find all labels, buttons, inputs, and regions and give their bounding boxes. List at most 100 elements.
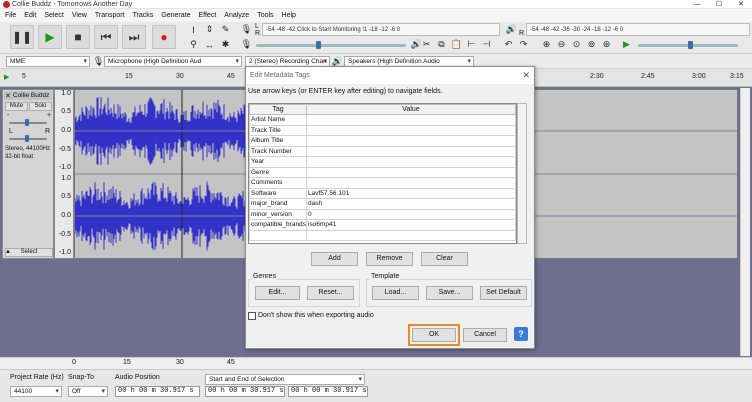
dialog-close-icon[interactable]: ✕	[522, 70, 530, 81]
value-cell[interactable]	[306, 145, 516, 157]
template-save-button[interactable]: Save...	[426, 286, 473, 300]
genres-reset-button[interactable]: Reset...	[307, 286, 354, 300]
zoom-tool[interactable]: ⚲	[187, 38, 200, 51]
tag-cell[interactable]: compatible_brands	[249, 219, 307, 231]
play-speed-slider[interactable]	[638, 41, 738, 49]
redo-button[interactable]: ↷	[517, 38, 530, 51]
ok-button[interactable]: OK	[412, 328, 456, 342]
pan-slider[interactable]	[9, 135, 47, 142]
grid-scrollbar[interactable]	[517, 103, 527, 244]
fit-selection-button[interactable]: ⊙	[570, 38, 583, 51]
value-cell[interactable]	[306, 124, 516, 136]
paste-button[interactable]: 📋	[450, 38, 463, 51]
tag-cell[interactable]	[249, 229, 307, 241]
tag-cell[interactable]: Software	[249, 187, 307, 199]
mute-button[interactable]: Mute	[5, 102, 28, 111]
menu-view[interactable]: View	[72, 12, 87, 19]
zoom-toggle-button[interactable]: ⊛	[600, 38, 613, 51]
selection-end-field[interactable]: 00 h 00 m 30.917 s	[288, 386, 368, 397]
menu-tracks[interactable]: Tracks	[133, 12, 154, 19]
close-window-button[interactable]: ✕	[730, 0, 752, 9]
cancel-button[interactable]: Cancel	[463, 328, 507, 342]
cut-button[interactable]: ✂	[420, 38, 433, 51]
menu-tools[interactable]: Tools	[257, 12, 273, 19]
selection-start-field[interactable]: 00 h 00 m 30.917 s	[205, 386, 285, 397]
menu-transport[interactable]: Transport	[95, 12, 125, 19]
value-cell[interactable]: 0	[306, 208, 516, 220]
audio-position-field[interactable]: 00 h 00 m 30.917 s	[115, 386, 200, 397]
playback-meter[interactable]: -54 -48 -42 -36 -30 -24 -18 -12 -6 0	[526, 23, 750, 36]
copy-button[interactable]: ⧉	[435, 38, 448, 51]
recording-device-select[interactable]: Microphone (High Definition Aud	[104, 56, 242, 67]
value-cell[interactable]	[306, 166, 516, 178]
menu-select[interactable]: Select	[44, 12, 63, 19]
table-row[interactable]: Software Lavf57.56.101	[249, 187, 516, 199]
close-track-icon[interactable]: ✕	[5, 92, 11, 100]
table-row[interactable]: Artist Name	[249, 114, 516, 126]
amplitude-scale[interactable]: 1.0 0.5 0.0 -0.5 -1.0 1.0 0.5 0.0 -0.5 -…	[54, 89, 74, 259]
clear-tags-button[interactable]: Clear	[421, 252, 468, 266]
value-cell[interactable]	[306, 114, 516, 126]
table-row[interactable]: major_brand dash	[249, 198, 516, 210]
track-select-button[interactable]: Select	[5, 248, 53, 257]
metadata-grid[interactable]: Tag Value Artist Name Track Title Album …	[248, 103, 517, 244]
add-tag-button[interactable]: Add	[311, 252, 358, 266]
help-button[interactable]: ?	[514, 327, 528, 341]
time-shift-tool[interactable]: ↔	[203, 38, 216, 51]
value-cell[interactable]	[306, 229, 516, 241]
snap-to-select[interactable]: Off	[68, 386, 108, 397]
envelope-tool[interactable]: ⇕	[203, 23, 216, 36]
gain-slider[interactable]	[9, 119, 47, 126]
table-row[interactable]: Comments	[249, 177, 516, 189]
fit-project-button[interactable]: ⊚	[585, 38, 598, 51]
horizontal-scrollbar[interactable]: 0 15 30 45	[0, 357, 752, 369]
table-row[interactable]: Year	[249, 156, 516, 168]
solo-button[interactable]: Solo	[29, 102, 52, 111]
tag-cell[interactable]: Genre	[249, 166, 307, 178]
pause-button[interactable]: ❚❚	[10, 25, 34, 49]
tag-cell[interactable]: Track Number	[249, 145, 307, 157]
undo-button[interactable]: ↶	[502, 38, 515, 51]
audio-host-select[interactable]: MME	[6, 56, 90, 67]
recording-volume-slider[interactable]	[256, 41, 406, 49]
zoom-out-button[interactable]: ⊖	[555, 38, 568, 51]
template-load-button[interactable]: Load...	[372, 286, 419, 300]
draw-tool[interactable]: ✎	[219, 23, 232, 36]
trim-button[interactable]: ⊢	[465, 38, 478, 51]
menu-edit[interactable]: Edit	[24, 12, 36, 19]
dont-show-checkbox[interactable]	[248, 312, 256, 320]
value-cell[interactable]: Lavf57.56.101	[306, 187, 516, 199]
silence-button[interactable]: ⊣	[480, 38, 493, 51]
value-cell[interactable]: iso6mp41	[306, 219, 516, 231]
tag-cell[interactable]: Album Title	[249, 135, 307, 147]
vertical-scrollbar[interactable]	[740, 88, 750, 356]
template-set-default-button[interactable]: Set Default	[480, 286, 527, 300]
tag-cell[interactable]: Year	[249, 156, 307, 168]
value-cell[interactable]	[306, 156, 516, 168]
track-name[interactable]: Collie Buddz	[13, 92, 51, 99]
column-header-tag[interactable]: Tag	[249, 104, 307, 115]
record-button[interactable]: ●	[152, 25, 176, 49]
skip-end-button[interactable]: ⏭	[122, 25, 146, 49]
menu-analyze[interactable]: Analyze	[224, 12, 249, 19]
table-row[interactable]: compatible_brands iso6mp41	[249, 219, 516, 231]
tag-cell[interactable]: major_brand	[249, 198, 307, 210]
record-meter[interactable]: -54 -48 -42 Click to Start Monitoring !1…	[262, 23, 500, 36]
multi-tool[interactable]: ✱	[219, 38, 232, 51]
selection-mode-select[interactable]: Start and End of Selection	[205, 374, 365, 385]
value-cell[interactable]: dash	[306, 198, 516, 210]
menu-file[interactable]: File	[5, 12, 16, 19]
stop-button[interactable]: ■	[66, 25, 90, 49]
skip-start-button[interactable]: ⏮	[94, 25, 118, 49]
menu-effect[interactable]: Effect	[199, 12, 217, 19]
table-row[interactable]: Genre	[249, 166, 516, 178]
tag-cell[interactable]: Comments	[249, 177, 307, 189]
collapse-track-icon[interactable]: ▲	[5, 249, 11, 255]
column-header-value[interactable]: Value	[306, 104, 516, 115]
selection-tool[interactable]: I	[187, 23, 200, 36]
play-at-speed-button[interactable]: ▶	[620, 38, 633, 51]
table-row[interactable]	[249, 229, 516, 241]
tag-cell[interactable]: Track Title	[249, 124, 307, 136]
project-rate-select[interactable]: 44100	[10, 386, 62, 397]
table-row[interactable]: minor_version 0	[249, 208, 516, 220]
